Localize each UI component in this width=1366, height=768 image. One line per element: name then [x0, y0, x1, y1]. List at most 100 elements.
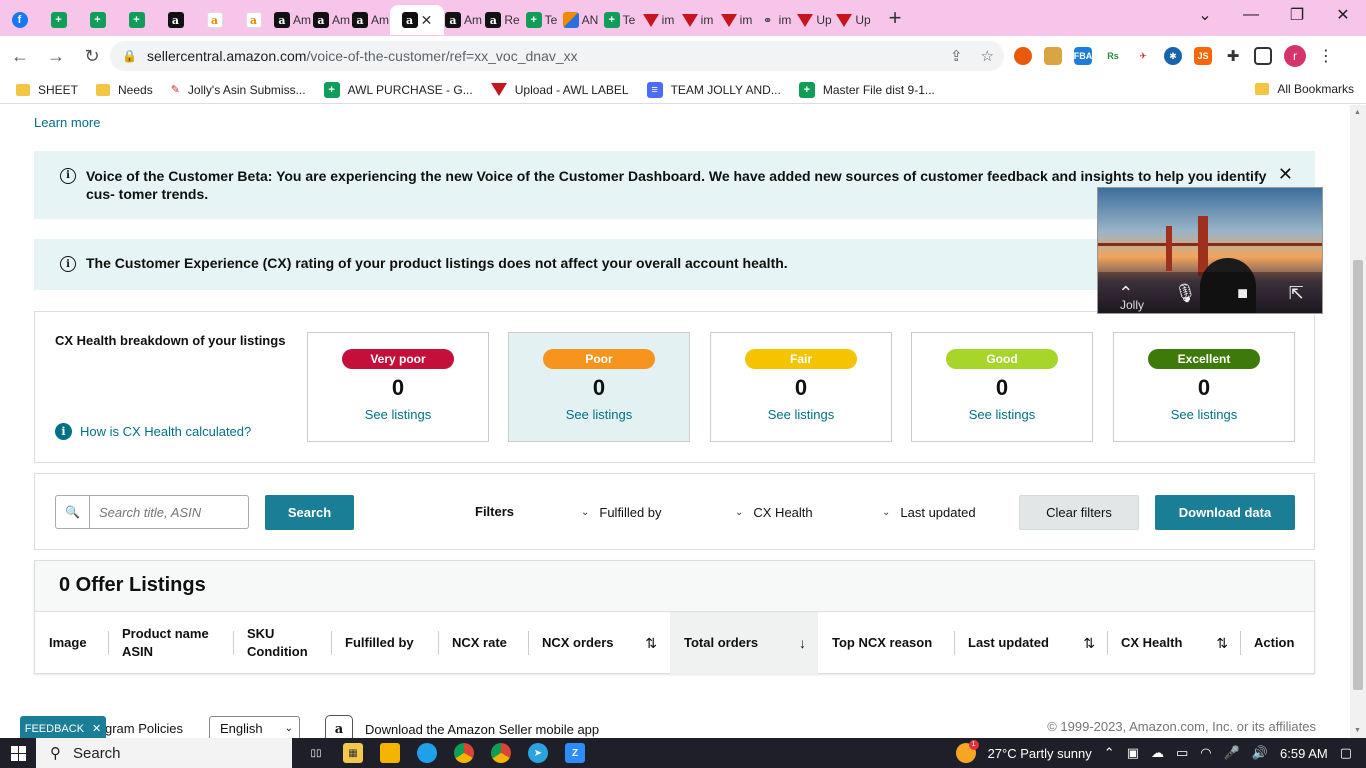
bookmark-asin-submission[interactable]: ✎ Jolly's Asin Submiss...: [171, 83, 306, 97]
store-icon[interactable]: ▦: [343, 743, 363, 763]
battery-icon[interactable]: ▭: [1176, 745, 1188, 761]
chrome-icon[interactable]: [491, 743, 511, 763]
close-icon[interactable]: ✕: [421, 12, 433, 29]
tab-label-2[interactable]: im: [678, 5, 717, 35]
tab-pen[interactable]: AN: [561, 5, 600, 35]
dismiss-alert-close-icon[interactable]: ✕: [1278, 165, 1293, 183]
tab-label-1[interactable]: im: [639, 5, 678, 35]
tab-amazon-smile-2[interactable]: a: [234, 5, 273, 35]
tab-sheet-5[interactable]: + Te: [600, 5, 639, 35]
bookmark-sheet[interactable]: SHEET: [16, 83, 78, 97]
weather-text[interactable]: 27°C Partly sunny: [988, 746, 1092, 761]
keepa-extension-icon[interactable]: ✱: [1164, 47, 1182, 65]
tab-sheet-3[interactable]: +: [117, 5, 156, 35]
seller-extension-icon[interactable]: ✈: [1134, 47, 1152, 65]
microphone-muted-icon[interactable]: 🎙: [1174, 283, 1197, 304]
new-tab-button[interactable]: +: [877, 5, 913, 31]
all-bookmarks[interactable]: All Bookmarks: [1255, 82, 1354, 96]
firefox-extension-icon[interactable]: [1014, 47, 1032, 65]
last-updated-dropdown[interactable]: ⌄ Last updated: [882, 505, 976, 520]
edge-icon[interactable]: [417, 743, 437, 763]
side-panel-icon[interactable]: [1254, 47, 1272, 65]
camera-icon[interactable]: ■: [1237, 283, 1248, 304]
tab-upload-2[interactable]: Up: [834, 5, 873, 35]
task-view-icon[interactable]: ▯▯: [306, 743, 326, 763]
search-icon[interactable]: 🔍: [55, 495, 90, 529]
tab-facebook[interactable]: f: [0, 5, 39, 35]
bookmark-awl-purchase[interactable]: + AWL PURCHASE - G...: [323, 81, 473, 98]
chevron-up-icon[interactable]: ⌃: [1104, 745, 1115, 761]
file-explorer-icon[interactable]: [380, 743, 400, 763]
tab-sheet-4[interactable]: + Te: [522, 5, 561, 35]
microphone-icon[interactable]: 🎤: [1224, 745, 1240, 761]
cx-box-very-poor[interactable]: Very poor 0 See listings: [307, 332, 489, 442]
profile-avatar[interactable]: r: [1284, 45, 1306, 67]
scroll-down-icon[interactable]: ▼: [1354, 727, 1361, 734]
learn-more-link[interactable]: Learn more: [34, 115, 100, 130]
column-fulfilled-by[interactable]: Fulfilled by: [331, 612, 438, 674]
close-icon[interactable]: ✕: [92, 722, 101, 735]
scrollbar-thumb[interactable]: [1353, 260, 1363, 690]
clock[interactable]: 6:59 AM: [1280, 746, 1328, 761]
feedback-button[interactable]: FEEDBACK ✕: [20, 716, 106, 738]
share-icon[interactable]: ⇪: [950, 47, 963, 65]
good-see-listings-link[interactable]: See listings: [912, 407, 1092, 422]
tab-sheet-2[interactable]: +: [78, 5, 117, 35]
rs-extension-icon[interactable]: Rs: [1104, 47, 1122, 65]
chrome-icon[interactable]: [454, 743, 474, 763]
wifi-icon[interactable]: ◠: [1200, 745, 1211, 761]
tab-sheet-1[interactable]: +: [39, 5, 78, 35]
tab-link[interactable]: ⚭ im: [756, 5, 795, 35]
address-bar[interactable]: 🔒 sellercentral.amazon.com/voice-of-the-…: [110, 41, 1004, 71]
weather-icon[interactable]: 1: [955, 740, 979, 763]
tab-amazon-2[interactable]: a Am: [273, 5, 312, 35]
tab-amazon-1[interactable]: a: [156, 5, 195, 35]
scroll-up-icon[interactable]: ▲: [1354, 109, 1361, 116]
sort-icon[interactable]: ⇅: [1083, 634, 1095, 652]
sort-descending-icon[interactable]: ↓: [799, 634, 806, 652]
very-poor-see-listings-link[interactable]: See listings: [308, 407, 488, 422]
start-button[interactable]: [0, 745, 36, 761]
cx-health-dropdown[interactable]: ⌄ CX Health: [735, 505, 813, 520]
sort-icon[interactable]: ⇅: [1216, 634, 1228, 652]
fba-extension-icon[interactable]: FBA: [1074, 47, 1092, 65]
column-ncx-orders[interactable]: NCX orders ⇅: [528, 612, 669, 674]
column-last-updated[interactable]: Last updated ⇅: [954, 612, 1107, 674]
tab-amazon-6[interactable]: a Re: [483, 5, 522, 35]
fair-see-listings-link[interactable]: See listings: [711, 407, 891, 422]
taskbar-search[interactable]: ⚲ Search: [36, 738, 292, 768]
page-scrollbar[interactable]: ▲ ▼: [1350, 105, 1366, 738]
cx-health-help-link[interactable]: i How is CX Health calculated?: [55, 423, 251, 440]
puzzle-extensions-icon[interactable]: ✚: [1224, 47, 1242, 65]
js-extension-icon[interactable]: JS: [1194, 47, 1212, 65]
column-sku[interactable]: SKU Condition: [233, 612, 331, 674]
tab-search-chevron-icon[interactable]: ⌄: [1182, 5, 1228, 25]
tab-amazon-5[interactable]: a Am: [444, 5, 483, 35]
bookmark-star-icon[interactable]: ☆: [981, 47, 994, 65]
program-policies-link[interactable]: gram Policies: [105, 721, 183, 736]
basket-extension-icon[interactable]: [1044, 47, 1062, 65]
column-total-orders[interactable]: Total orders ↓: [670, 612, 818, 674]
volume-icon[interactable]: 🔊: [1252, 745, 1268, 761]
tab-amazon-3[interactable]: a Am: [312, 5, 351, 35]
cx-box-good[interactable]: Good 0 See listings: [911, 332, 1093, 442]
language-select[interactable]: English ⌄: [209, 716, 300, 738]
video-call-overlay[interactable]: ⌃ 🎙 ■ ⇱ Jolly: [1097, 187, 1323, 314]
search-button[interactable]: Search: [265, 495, 354, 530]
notification-center-icon[interactable]: ▢: [1340, 745, 1352, 761]
poor-see-listings-link[interactable]: See listings: [509, 407, 689, 422]
column-top-ncx-reason[interactable]: Top NCX reason: [818, 612, 954, 674]
back-arrow-icon[interactable]: ←: [4, 46, 36, 67]
zoom-icon[interactable]: Z: [565, 743, 585, 763]
more-menu-icon[interactable]: ⋮: [1318, 46, 1334, 66]
bookmark-master-file[interactable]: + Master File dist 9-1...: [798, 81, 935, 98]
meet-now-icon[interactable]: ▣: [1127, 745, 1139, 761]
sort-icon[interactable]: ⇅: [645, 634, 657, 652]
bookmark-team-jolly[interactable]: ≡ TEAM JOLLY AND...: [646, 81, 781, 98]
excellent-see-listings-link[interactable]: See listings: [1114, 407, 1294, 422]
cx-box-excellent[interactable]: Excellent 0 See listings: [1113, 332, 1295, 442]
lock-icon[interactable]: 🔒: [122, 49, 137, 63]
window-close-icon[interactable]: ✕: [1320, 5, 1366, 25]
column-cx-health[interactable]: CX Health ⇅: [1107, 612, 1240, 674]
mobile-app-download[interactable]: a Download the Amazon Seller mobile app: [325, 715, 599, 738]
